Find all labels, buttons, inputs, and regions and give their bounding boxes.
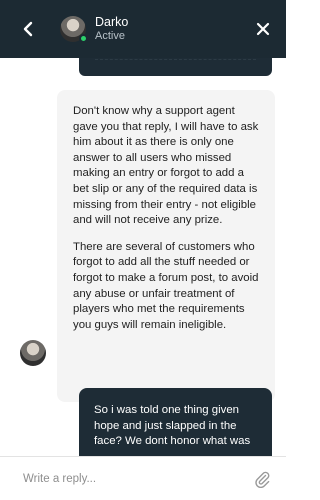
online-status-dot bbox=[79, 34, 88, 43]
paperclip-icon bbox=[255, 471, 270, 488]
chat-header: Darko Active bbox=[0, 0, 286, 58]
reply-input[interactable] bbox=[23, 472, 233, 485]
close-button[interactable] bbox=[252, 18, 274, 40]
message-list[interactable]: Don't know why a support agent gave you … bbox=[0, 58, 286, 456]
agent-status: Active bbox=[95, 30, 125, 42]
attach-button[interactable] bbox=[252, 469, 272, 489]
back-button[interactable] bbox=[8, 0, 48, 58]
agent-info: Darko Active bbox=[95, 15, 128, 43]
agent-message-paragraph: There are several of customers who forgo… bbox=[73, 240, 259, 331]
user-message-text: So i was told one thing given hope and j… bbox=[94, 404, 251, 448]
reply-composer bbox=[0, 456, 286, 500]
agent-message-paragraph: Don't know why a support agent gave you … bbox=[73, 105, 259, 227]
user-message-bubble: So i was told one thing given hope and j… bbox=[79, 388, 272, 456]
agent-avatar-header bbox=[60, 16, 88, 43]
chevron-left-icon bbox=[23, 21, 33, 37]
close-icon bbox=[256, 22, 270, 36]
agent-avatar bbox=[20, 340, 46, 366]
user-message-previous bbox=[79, 58, 272, 76]
agent-name: Darko bbox=[95, 15, 129, 29]
agent-message-bubble: Don't know why a support agent gave you … bbox=[57, 90, 275, 402]
